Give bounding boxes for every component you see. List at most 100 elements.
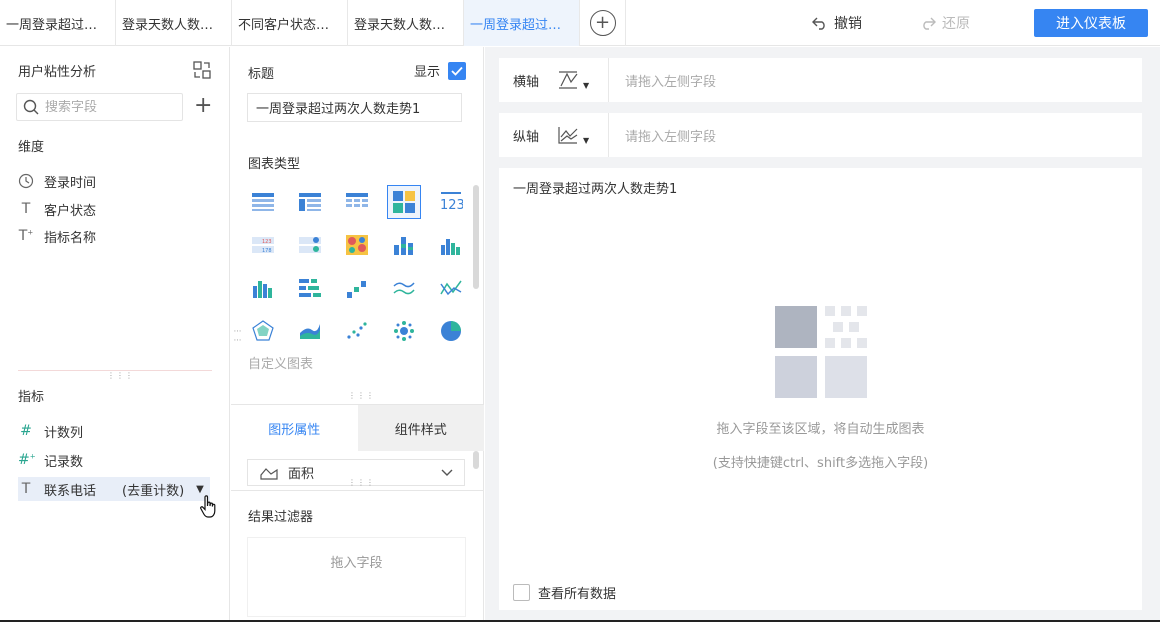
chart-type-column[interactable] [246,271,280,305]
drag-handle-icon[interactable]: ⋮⋮⋮ [107,371,134,380]
dimension-field-login-time[interactable]: 登录时间 [18,169,96,193]
chart-type-waterfall[interactable] [340,271,374,305]
field-label: 记录数 [44,454,84,470]
chart-type-stacked-bar[interactable] [387,228,421,262]
dimension-field-metric-name[interactable]: T+ 指标名称 [18,224,96,248]
chart-type-cross-table[interactable] [340,185,374,219]
drag-handle-icon[interactable]: ⋮⋮⋮ [348,478,375,487]
measure-field-count-column[interactable]: # 计数列 [18,419,83,443]
clock-icon [18,173,34,189]
search-icon [23,99,39,115]
y-axis-drop-hint[interactable]: 请拖入左侧字段 [609,126,716,145]
title-config-label: 标题 [248,67,275,82]
tab-1[interactable]: 登录天数人数分布 [116,0,232,46]
shape-select-value: 面积 [288,467,315,482]
measure-field-record-count[interactable]: #+ 记录数 [18,448,83,472]
chart-title-input[interactable]: 一周登录超过两次人数走势1 [247,93,462,122]
add-field-button[interactable]: + [194,95,212,117]
custom-chart-label[interactable]: 自定义图表 [248,353,313,372]
chart-type-pie[interactable] [434,314,468,348]
area-shape-icon [260,467,278,480]
chart-type-bubble[interactable] [387,314,421,348]
x-axis-type-button[interactable]: ▼ [557,58,609,102]
chart-type-area[interactable] [293,314,327,348]
chart-type-radar[interactable] [246,314,280,348]
hash-icon: # [20,423,32,439]
svg-text:123: 123 [440,198,463,212]
chart-type-label: 图表类型 [248,157,301,172]
grouped-bar-icon [441,239,460,255]
enter-dashboard-button[interactable]: 进入仪表板 [1034,9,1148,37]
add-tab-button[interactable]: + [580,0,626,46]
chart-type-grouped-table[interactable] [293,185,327,219]
chart-type-line[interactable] [387,271,421,305]
grouped-table-icon [299,193,321,211]
drag-handle-icon[interactable]: ⋮⋮⋮ [348,391,375,400]
chart-type-table[interactable] [246,185,280,219]
check-icon [451,66,463,76]
stacked-bar-icon [394,237,413,255]
tab-3[interactable]: 登录天数人数分布 [348,0,464,46]
text-calc-field-icon: T+ [18,228,34,244]
stacked-column-icon [299,279,321,297]
chart-title: 一周登录超过两次人数走势1 [513,182,678,197]
dimension-field-customer-status[interactable]: T 客户状态 [18,197,96,221]
config-panel: 标题 显示 一周登录超过两次人数走势1 图表类型 123 123 178 ⋮⋮ … [231,47,484,622]
hand-cursor-icon [200,495,216,518]
show-title-toggle[interactable]: 显示 [414,61,467,80]
chart-type-grouped-bar[interactable] [434,228,468,262]
x-axis-drop-hint[interactable]: 请拖入左侧字段 [609,71,716,90]
pie-chart-icon [441,321,461,341]
show-title-checkbox[interactable] [448,61,467,80]
chart-type-stacked-column[interactable] [293,271,327,305]
see-all-data-checkbox[interactable] [513,584,530,601]
line-chart-icon [393,282,415,295]
drag-handle-icon[interactable]: ⋮⋮ [233,327,242,345]
chart-type-polyline[interactable] [434,271,468,305]
aggregation-label: (去重计数) [122,483,185,499]
measure-field-phone[interactable]: T 联系电话 (去重计数) ▼ [18,477,210,501]
redo-button[interactable]: 还原 [920,0,970,46]
chart-type-kpi-table[interactable]: 123 178 [246,228,280,262]
svg-text:123: 123 [262,239,272,245]
chart-type-progress-table[interactable] [293,228,327,262]
dropdown-arrow-icon[interactable]: ▼ [196,484,204,495]
dataset-title: 用户粘性分析 [18,65,97,80]
field-label: 计数列 [44,425,84,441]
caret-down-icon: ▼ [583,80,590,90]
scatter-icon [347,322,367,339]
x-axis-label: 横轴 [513,74,540,90]
svg-text:178: 178 [262,248,272,254]
tab-label: 登录天数人数分布 [354,17,457,33]
see-all-data-toggle[interactable]: 查看所有数据 [513,583,616,602]
heatmap-icon [346,235,368,255]
chart-type-heatmap[interactable] [340,228,374,262]
chart-canvas[interactable]: 一周登录超过两次人数走势1 拖入字段至该区域，将自动生成图表 (支持快捷键ctr… [499,168,1142,610]
column-chart-icon [253,281,272,298]
tab-graph-properties[interactable]: 图形属性 [231,405,358,451]
hash-calc-icon: #+ [18,452,36,468]
tab-label: 一周登录超过两次人数走势1 [6,17,109,33]
y-axis-row: 纵轴 ▼ 请拖入左侧字段 [499,113,1142,157]
tab-label: 登录天数人数分布 [122,17,225,33]
search-input[interactable] [45,99,165,115]
tab-2[interactable]: 不同客户状态人数 [232,0,348,46]
chart-type-scatter[interactable] [340,314,374,348]
switch-dataset-icon[interactable] [193,61,211,79]
chart-type-scrollbar[interactable] [473,185,479,289]
chart-type-multi-block[interactable] [387,185,421,219]
caret-down-icon: ▼ [583,135,590,145]
tab-0[interactable]: 一周登录超过两次人数走势1 [0,0,116,46]
chart-type-kpi[interactable]: 123 [434,185,468,219]
undo-button[interactable]: 撤销 [812,0,862,46]
properties-scrollbar[interactable] [473,451,479,469]
y-axis-type-button[interactable]: ▼ [557,113,609,157]
tab-label: 一周登录超过两次人数走势1 [470,17,573,33]
waterfall-icon [347,281,366,298]
y-axis-icon [558,127,578,144]
tab-4-active[interactable]: 一周登录超过两次人数走势1 [464,0,580,46]
tab-component-style[interactable]: 组件样式 [357,405,484,451]
filter-drop-zone[interactable]: 拖入字段 [247,537,466,617]
result-filter-label: 结果过滤器 [248,510,314,525]
polyline-chart-icon [440,280,462,296]
